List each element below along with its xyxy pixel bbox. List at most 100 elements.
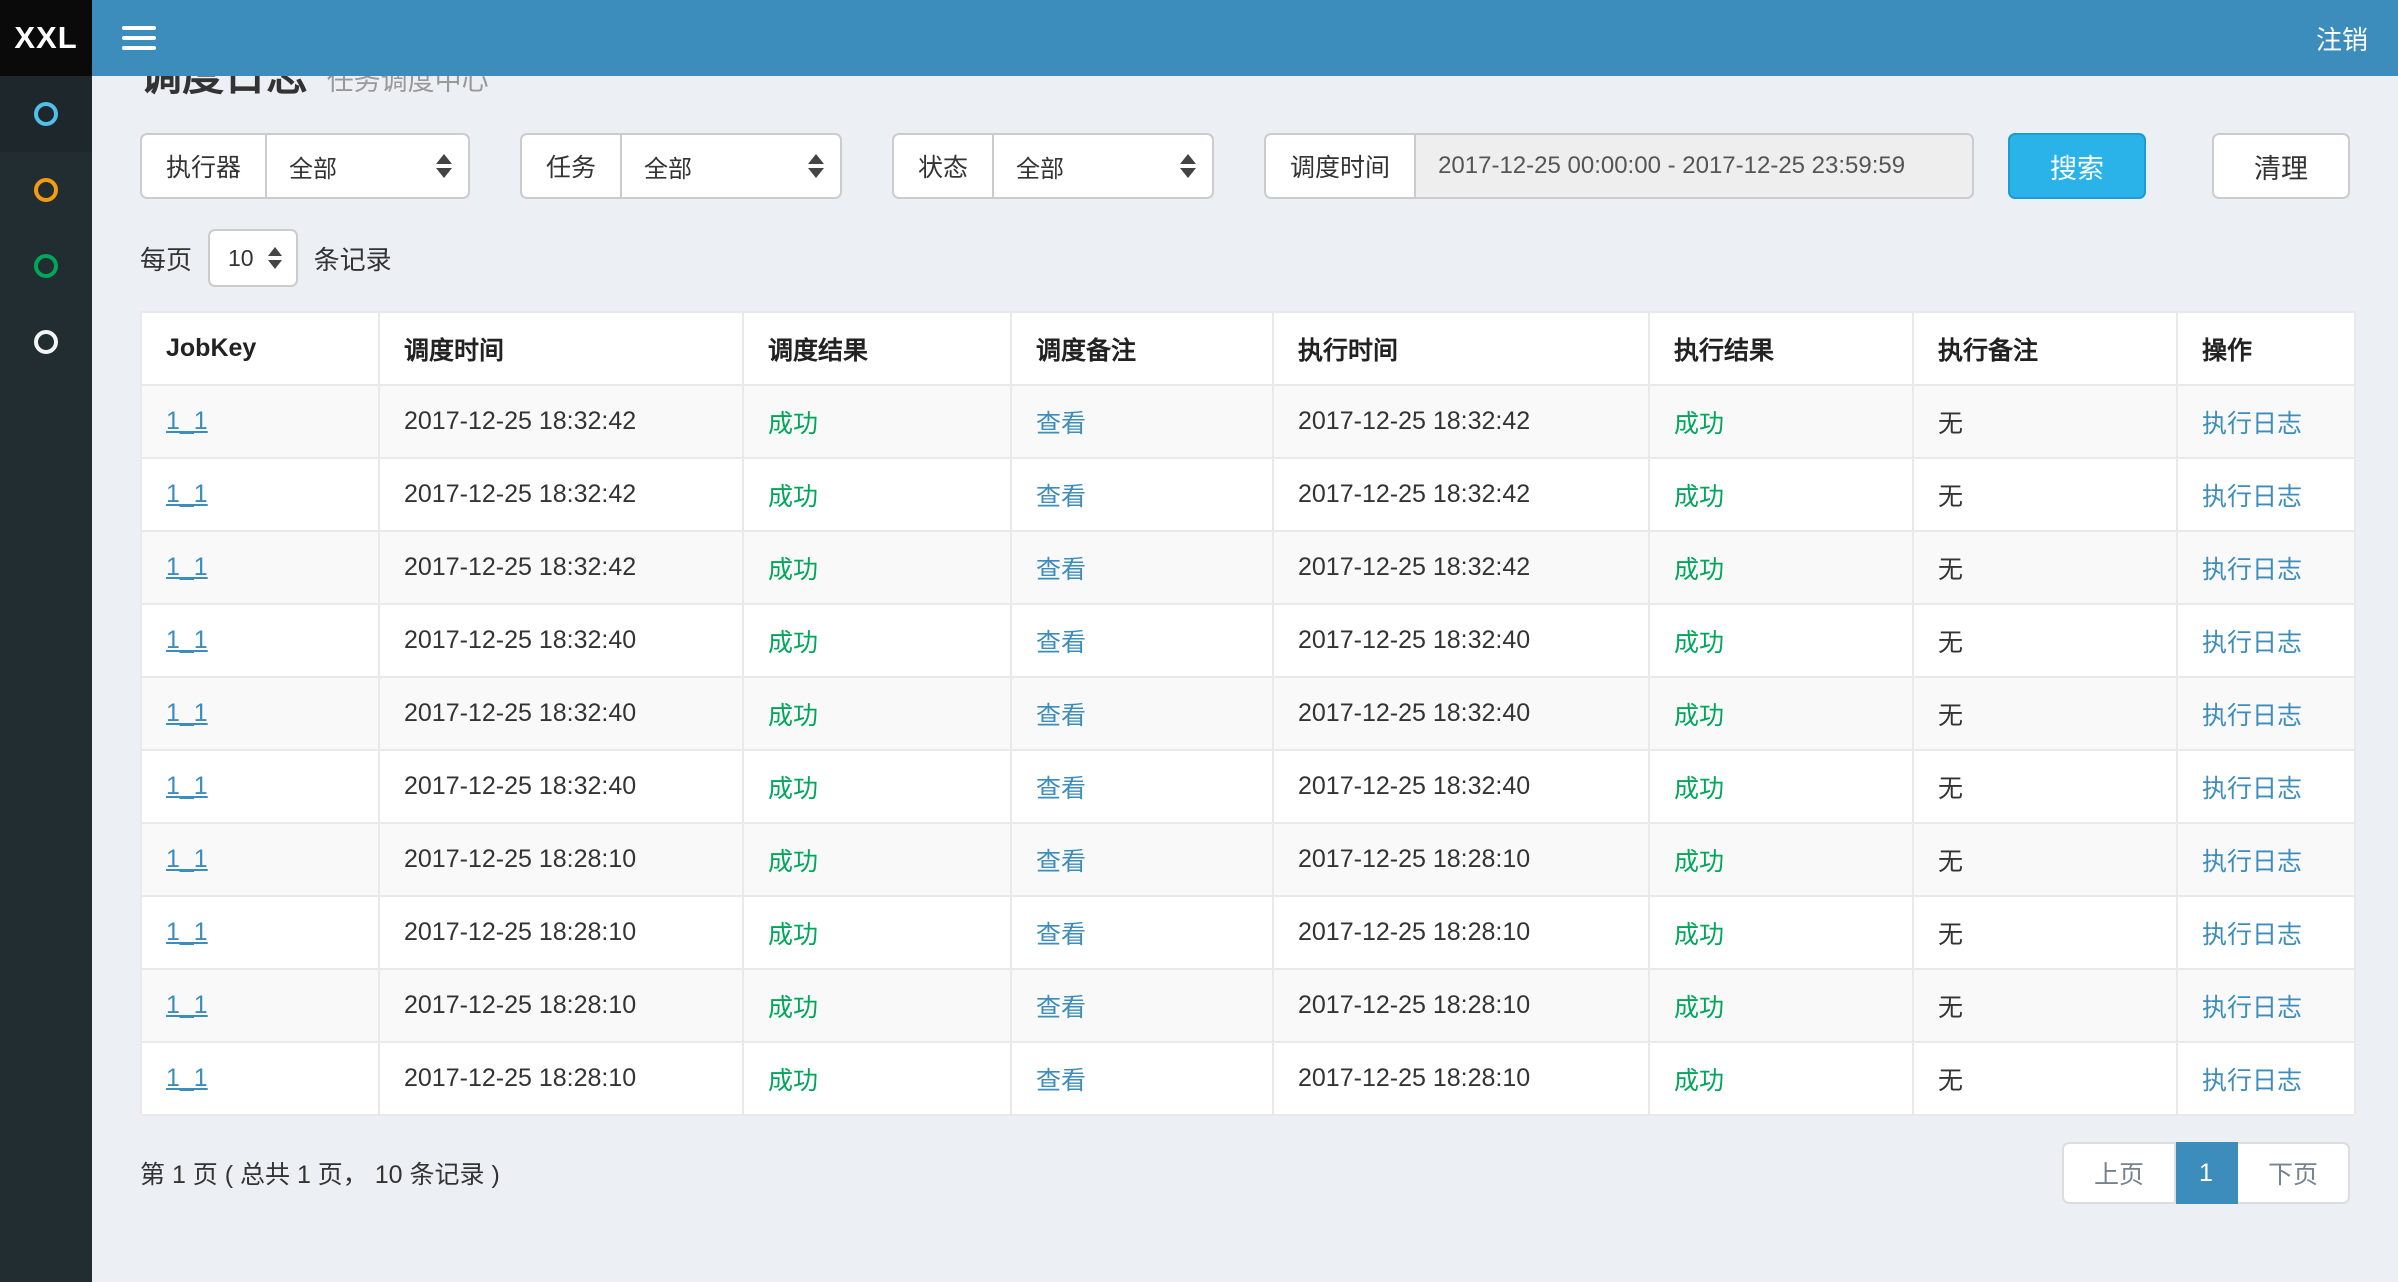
page-1-button[interactable]: 1 — [2176, 1142, 2238, 1204]
column-header-7: 操作 — [2177, 312, 2355, 385]
table-row: 1_1 2017-12-25 18:32:42 成功 查看 2017-12-25… — [141, 385, 2355, 458]
sched-result-text: 成功 — [768, 702, 818, 730]
sched-remark-link[interactable]: 查看 — [1036, 483, 1086, 511]
exec-result-text: 成功 — [1674, 848, 1724, 876]
sched-result-text: 成功 — [768, 410, 818, 438]
table-row: 1_1 2017-12-25 18:28:10 成功 查看 2017-12-25… — [141, 1042, 2355, 1115]
pagination-summary: 第 1 页 ( 总共 1 页， 10 条记录 ) — [140, 1155, 500, 1191]
log-table: JobKey调度时间调度结果调度备注执行时间执行结果执行备注操作 1_1 201… — [140, 311, 2356, 1116]
sched-time-cell: 2017-12-25 18:28:10 — [379, 1042, 743, 1115]
exec-remark-cell: 无 — [1913, 1042, 2177, 1115]
table-header-row: JobKey调度时间调度结果调度备注执行时间执行结果执行备注操作 — [141, 312, 2355, 385]
hamburger-bar — [122, 36, 156, 40]
table-row: 1_1 2017-12-25 18:32:40 成功 查看 2017-12-25… — [141, 604, 2355, 677]
action-cell: 执行日志 — [2177, 604, 2355, 677]
exec-log-link[interactable]: 执行日志 — [2202, 848, 2302, 876]
sidebar-item-1[interactable] — [0, 76, 92, 152]
jobkey-link[interactable]: 1_1 — [166, 1064, 208, 1092]
sched-result-text: 成功 — [768, 1067, 818, 1095]
status-filter-value: 全部 — [1016, 149, 1064, 184]
sidebar-item-3[interactable] — [0, 228, 92, 304]
jobkey-link[interactable]: 1_1 — [166, 553, 208, 581]
column-header-2: 调度结果 — [743, 312, 1011, 385]
sched-remark-link[interactable]: 查看 — [1036, 921, 1086, 949]
action-cell: 执行日志 — [2177, 896, 2355, 969]
exec-log-link[interactable]: 执行日志 — [2202, 556, 2302, 584]
pagination: 上页 1 下页 — [2062, 1142, 2350, 1204]
exec-time-cell: 2017-12-25 18:28:10 — [1273, 969, 1649, 1042]
jobkey-link[interactable]: 1_1 — [166, 699, 208, 727]
sched-remark-link[interactable]: 查看 — [1036, 994, 1086, 1022]
jobkey-link[interactable]: 1_1 — [166, 626, 208, 654]
jobkey-link[interactable]: 1_1 — [166, 845, 208, 873]
executor-filter-select[interactable]: 全部 — [265, 133, 470, 199]
exec-log-link[interactable]: 执行日志 — [2202, 629, 2302, 657]
jobkey-link[interactable]: 1_1 — [166, 772, 208, 800]
action-cell: 执行日志 — [2177, 677, 2355, 750]
sidebar-menu — [0, 76, 92, 1282]
exec-log-link[interactable]: 执行日志 — [2202, 702, 2302, 730]
action-cell: 执行日志 — [2177, 385, 2355, 458]
exec-result-text: 成功 — [1674, 483, 1724, 511]
logout-link[interactable]: 注销 — [2316, 20, 2368, 57]
sched-result-cell: 成功 — [743, 458, 1011, 531]
jobkey-link[interactable]: 1_1 — [166, 407, 208, 435]
sched-result-cell: 成功 — [743, 385, 1011, 458]
jobkey-link[interactable]: 1_1 — [166, 991, 208, 1019]
sched-result-cell: 成功 — [743, 677, 1011, 750]
job-filter-select[interactable]: 全部 — [620, 133, 842, 199]
table-row: 1_1 2017-12-25 18:32:42 成功 查看 2017-12-25… — [141, 458, 2355, 531]
status-filter-label: 状态 — [892, 133, 992, 199]
exec-log-link[interactable]: 执行日志 — [2202, 775, 2302, 803]
exec-log-link[interactable]: 执行日志 — [2202, 410, 2302, 438]
executor-filter-group: 执行器 全部 — [140, 133, 470, 199]
exec-log-link[interactable]: 执行日志 — [2202, 994, 2302, 1022]
sched-remark-link[interactable]: 查看 — [1036, 702, 1086, 730]
table-row: 1_1 2017-12-25 18:28:10 成功 查看 2017-12-25… — [141, 896, 2355, 969]
sched-remark-link[interactable]: 查看 — [1036, 848, 1086, 876]
sched-time-cell: 2017-12-25 18:28:10 — [379, 823, 743, 896]
hamburger-bar — [122, 46, 156, 50]
sidebar-item-4[interactable] — [0, 304, 92, 380]
search-button[interactable]: 搜索 — [2008, 133, 2146, 199]
sched-remark-link[interactable]: 查看 — [1036, 1067, 1086, 1095]
exec-result-cell: 成功 — [1649, 823, 1913, 896]
app-logo[interactable]: XXL — [0, 0, 92, 76]
status-filter-group: 状态 全部 — [892, 133, 1214, 199]
column-header-3: 调度备注 — [1011, 312, 1273, 385]
sched-remark-link[interactable]: 查看 — [1036, 775, 1086, 803]
page-size-select[interactable]: 10 — [208, 229, 298, 287]
sched-remark-cell: 查看 — [1011, 677, 1273, 750]
exec-result-cell: 成功 — [1649, 458, 1913, 531]
next-page-button[interactable]: 下页 — [2238, 1142, 2350, 1204]
table-row: 1_1 2017-12-25 18:28:10 成功 查看 2017-12-25… — [141, 823, 2355, 896]
exec-result-cell: 成功 — [1649, 750, 1913, 823]
clear-button[interactable]: 清理 — [2212, 133, 2350, 199]
log-table-body: 1_1 2017-12-25 18:32:42 成功 查看 2017-12-25… — [141, 385, 2355, 1115]
sched-result-text: 成功 — [768, 921, 818, 949]
sched-remark-link[interactable]: 查看 — [1036, 629, 1086, 657]
sched-remark-link[interactable]: 查看 — [1036, 410, 1086, 438]
sched-remark-cell: 查看 — [1011, 1042, 1273, 1115]
prev-page-button[interactable]: 上页 — [2062, 1142, 2176, 1204]
sched-result-cell: 成功 — [743, 969, 1011, 1042]
sidebar-item-2[interactable] — [0, 152, 92, 228]
jobkey-cell: 1_1 — [141, 823, 379, 896]
table-row: 1_1 2017-12-25 18:32:40 成功 查看 2017-12-25… — [141, 677, 2355, 750]
jobkey-cell: 1_1 — [141, 677, 379, 750]
exec-log-link[interactable]: 执行日志 — [2202, 1067, 2302, 1095]
sched-time-cell: 2017-12-25 18:32:42 — [379, 458, 743, 531]
jobkey-link[interactable]: 1_1 — [166, 480, 208, 508]
status-filter-select[interactable]: 全部 — [992, 133, 1214, 199]
sched-time-cell: 2017-12-25 18:28:10 — [379, 969, 743, 1042]
table-row: 1_1 2017-12-25 18:32:40 成功 查看 2017-12-25… — [141, 750, 2355, 823]
sidebar-toggle-icon[interactable] — [122, 26, 156, 50]
exec-log-link[interactable]: 执行日志 — [2202, 921, 2302, 949]
exec-log-link[interactable]: 执行日志 — [2202, 483, 2302, 511]
exec-remark-cell: 无 — [1913, 969, 2177, 1042]
sched-time-cell: 2017-12-25 18:32:40 — [379, 677, 743, 750]
time-range-input[interactable] — [1414, 133, 1974, 199]
jobkey-link[interactable]: 1_1 — [166, 918, 208, 946]
sched-remark-link[interactable]: 查看 — [1036, 556, 1086, 584]
jobkey-cell: 1_1 — [141, 969, 379, 1042]
